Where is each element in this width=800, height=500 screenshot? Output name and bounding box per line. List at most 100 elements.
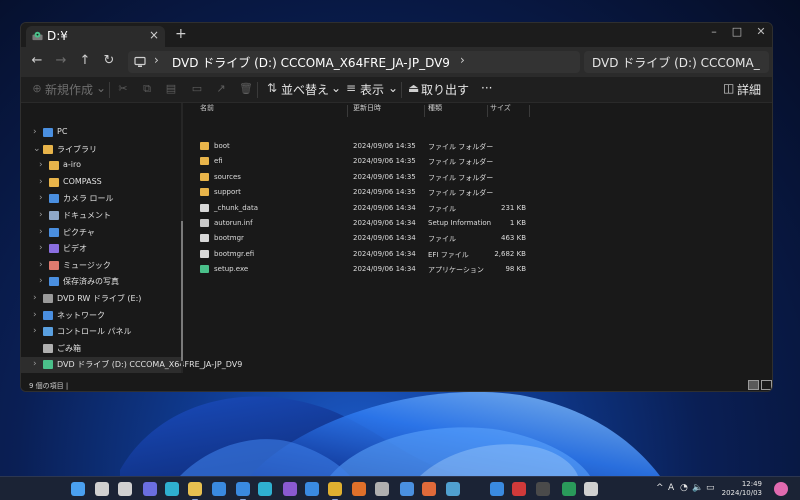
media-player-icon[interactable] bbox=[422, 482, 436, 496]
nav-item[interactable]: › コントロール パネル bbox=[21, 324, 181, 340]
file-row[interactable]: support 2024/09/06 14:35 ファイル フォルダー bbox=[186, 185, 772, 200]
column-divider[interactable] bbox=[487, 105, 488, 117]
edge-icon[interactable] bbox=[165, 482, 179, 496]
paste-icon[interactable]: ▤ bbox=[165, 83, 177, 95]
details-view-button[interactable] bbox=[748, 380, 759, 390]
details-button[interactable]: 詳細 bbox=[737, 81, 761, 98]
nav-item[interactable]: › ピクチャ bbox=[21, 225, 181, 241]
breadcrumb-separator[interactable]: › bbox=[460, 53, 465, 67]
view-button[interactable]: 表示 bbox=[360, 81, 384, 98]
nav-scrollbar[interactable] bbox=[181, 103, 183, 373]
nav-item[interactable]: ⌄ ライブラリ bbox=[21, 142, 181, 158]
acrobat-icon[interactable] bbox=[512, 482, 526, 496]
chevron-icon[interactable]: › bbox=[33, 359, 37, 369]
chrome-icon[interactable] bbox=[328, 482, 342, 496]
up-icon[interactable]: ↑ bbox=[77, 53, 93, 69]
forward-icon[interactable]: → bbox=[53, 53, 69, 69]
column-header-date[interactable]: 更新日時 bbox=[353, 103, 425, 119]
chevron-icon[interactable]: › bbox=[39, 260, 43, 270]
remote-desktop-icon[interactable] bbox=[236, 482, 250, 496]
file-row[interactable]: _chunk_data 2024/09/06 14:34 ファイル 231 KB bbox=[186, 201, 772, 216]
column-header-size[interactable]: サイズ bbox=[490, 103, 530, 119]
new-button[interactable]: 新規作成 bbox=[45, 81, 93, 98]
chevron-icon[interactable]: › bbox=[39, 160, 43, 170]
back-icon[interactable]: ← bbox=[29, 53, 45, 69]
share-icon[interactable]: ↗ bbox=[215, 83, 227, 95]
tab-close-icon[interactable]: × bbox=[149, 28, 159, 42]
minimize-button[interactable]: – bbox=[705, 25, 723, 38]
new-dropdown-chevron[interactable]: ⌄ bbox=[96, 81, 106, 95]
overflow-icon[interactable] bbox=[584, 482, 598, 496]
terminal-icon[interactable] bbox=[536, 482, 550, 496]
chevron-icon[interactable]: › bbox=[39, 193, 43, 203]
delete-icon[interactable]: 🗑 bbox=[239, 83, 253, 95]
chevron-icon[interactable]: › bbox=[39, 177, 43, 187]
tab-drive-d[interactable]: D:¥ × bbox=[26, 26, 165, 47]
settings-icon[interactable] bbox=[375, 482, 389, 496]
chevron-icon[interactable]: › bbox=[39, 276, 43, 286]
mail-icon[interactable] bbox=[212, 482, 226, 496]
nav-item[interactable]: › COMPASS bbox=[21, 175, 181, 191]
view-dropdown-chevron[interactable]: ⌄ bbox=[388, 81, 398, 95]
address-bar[interactable]: › DVD ドライブ (D:) CCCOMA_X64FRE_JA-JP_DV9 … bbox=[128, 51, 580, 73]
rename-icon[interactable]: ▭ bbox=[191, 83, 203, 95]
file-row[interactable]: efi 2024/09/06 14:35 ファイル フォルダー bbox=[186, 154, 772, 169]
nav-item[interactable]: › 保存済みの写真 bbox=[21, 274, 181, 290]
chevron-icon[interactable]: › bbox=[39, 243, 43, 253]
sort-dropdown-chevron[interactable]: ⌄ bbox=[331, 81, 341, 95]
nav-item[interactable]: ごみ箱 bbox=[21, 341, 181, 357]
chevron-icon[interactable]: ⌄ bbox=[33, 144, 41, 154]
file-row[interactable]: setup.exe 2024/09/06 14:34 アプリケーション 98 KB bbox=[186, 262, 772, 277]
sort-button[interactable]: 並べ替え bbox=[281, 81, 329, 98]
chevron-icon[interactable]: › bbox=[33, 310, 37, 320]
edge-dev-icon[interactable] bbox=[258, 482, 272, 496]
tiles-view-button[interactable] bbox=[761, 380, 772, 390]
copy-icon[interactable]: ⧉ bbox=[141, 83, 153, 95]
battery-icon[interactable]: ▭ bbox=[706, 483, 715, 493]
cut-icon[interactable]: ✂ bbox=[117, 83, 129, 95]
chevron-icon[interactable]: › bbox=[33, 326, 37, 336]
file-row[interactable]: boot 2024/09/06 14:35 ファイル フォルダー bbox=[186, 139, 772, 154]
column-divider[interactable] bbox=[424, 105, 425, 117]
firefox-icon[interactable] bbox=[352, 482, 366, 496]
column-header-type[interactable]: 種類 bbox=[428, 103, 488, 119]
nav-item[interactable]: › DVD RW ドライブ (E:) bbox=[21, 291, 181, 307]
teams-icon[interactable] bbox=[143, 482, 157, 496]
task-view-icon[interactable] bbox=[118, 482, 132, 496]
todo-icon[interactable] bbox=[490, 482, 504, 496]
refresh-icon[interactable]: ↻ bbox=[101, 53, 117, 69]
excel-icon[interactable] bbox=[562, 482, 576, 496]
nav-item[interactable]: › PC bbox=[21, 125, 181, 141]
nav-item[interactable]: › カメラ ロール bbox=[21, 191, 181, 207]
file-row[interactable]: bootmgr 2024/09/06 14:34 ファイル 463 KB bbox=[186, 231, 772, 246]
search-icon[interactable] bbox=[95, 482, 109, 496]
clock[interactable]: 12:49 2024/10/03 bbox=[718, 480, 762, 498]
chevron-icon[interactable]: › bbox=[39, 210, 43, 220]
nav-item[interactable]: › ドキュメント bbox=[21, 208, 181, 224]
nav-scrollbar-thumb[interactable] bbox=[181, 221, 183, 361]
nav-item[interactable]: › ミュージック bbox=[21, 258, 181, 274]
copilot-icon[interactable] bbox=[774, 482, 788, 496]
close-window-button[interactable]: ✕ bbox=[752, 25, 770, 38]
file-explorer-icon[interactable] bbox=[188, 482, 202, 496]
ime-indicator[interactable]: A bbox=[668, 483, 674, 493]
chevron-icon[interactable]: › bbox=[39, 227, 43, 237]
file-row[interactable]: autorun.inf 2024/09/06 14:34 Setup Informa… bbox=[186, 216, 772, 231]
chevron-icon[interactable]: › bbox=[33, 127, 37, 137]
search-input[interactable]: DVD ドライブ (D:) CCCOMA_ bbox=[584, 51, 769, 73]
visual-studio-icon[interactable] bbox=[283, 482, 297, 496]
column-divider[interactable] bbox=[529, 105, 530, 117]
start-icon[interactable] bbox=[71, 482, 85, 496]
eject-button[interactable]: 取り出す bbox=[421, 81, 469, 98]
column-divider[interactable] bbox=[347, 105, 348, 117]
new-tab-button[interactable]: + bbox=[175, 26, 187, 42]
nav-item[interactable]: › DVD ドライブ (D:) CCCOMA_X64FRE_JA-JP_DV9 bbox=[21, 357, 242, 374]
maximize-button[interactable]: □ bbox=[728, 25, 746, 38]
wifi-icon[interactable]: ◔ bbox=[680, 483, 688, 493]
breadcrumb-separator[interactable]: › bbox=[154, 53, 159, 67]
volume-icon[interactable]: 🔈 bbox=[692, 483, 703, 493]
file-row[interactable]: sources 2024/09/06 14:35 ファイル フォルダー bbox=[186, 170, 772, 185]
network-tool-icon[interactable] bbox=[446, 482, 460, 496]
more-options-button[interactable]: ··· bbox=[481, 81, 492, 95]
nav-item[interactable]: › ビデオ bbox=[21, 241, 181, 257]
